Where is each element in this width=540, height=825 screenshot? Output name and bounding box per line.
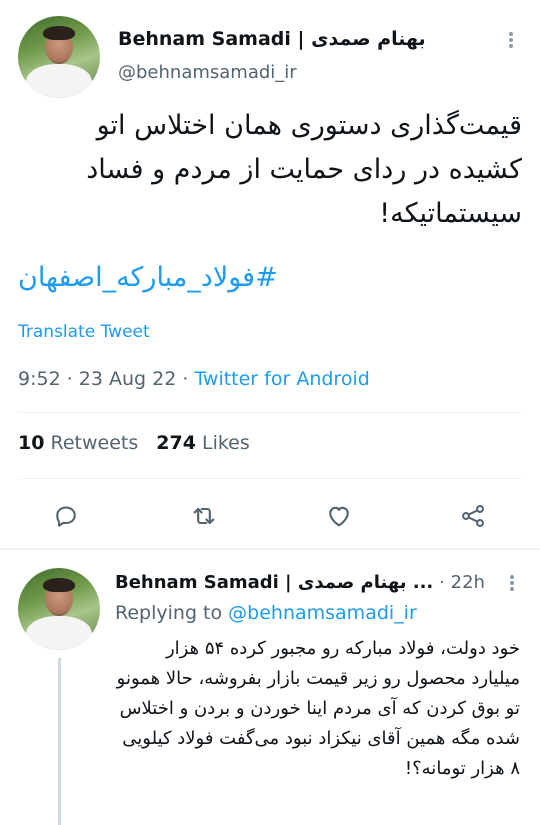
likes-count: 274	[156, 432, 196, 454]
reply-tweet[interactable]: Behnam Samadi | بهنام صمدی ... · 22h Rep…	[0, 550, 540, 825]
avatar[interactable]	[18, 16, 100, 98]
tweet-stats: 10 Retweets 274 Likes	[18, 432, 250, 454]
replying-to: Replying to @behnamsamadi_ir	[115, 602, 417, 624]
replying-prefix: Replying to	[115, 602, 229, 624]
reply-separator-dot: ·	[439, 572, 445, 593]
tweet-hashtag[interactable]: #فولاد_مبارکه_اصفهان	[18, 262, 522, 293]
comment-icon[interactable]	[48, 498, 84, 534]
reply-author-name[interactable]: Behnam Samadi | بهنام صمدی ...	[115, 572, 433, 593]
avatar-shirt	[26, 616, 92, 650]
reply-timestamp[interactable]: 22h	[451, 572, 485, 593]
translate-tweet-link[interactable]: Translate Tweet	[18, 322, 150, 342]
retweet-icon[interactable]	[186, 498, 222, 534]
tweet-source[interactable]: Twitter for Android	[194, 368, 369, 390]
avatar-hair	[43, 26, 75, 40]
likes-stat[interactable]: 274 Likes	[156, 432, 250, 454]
author-display-name[interactable]: Behnam Samadi | بهنام صمدی	[118, 28, 426, 50]
likes-label: Likes	[201, 432, 250, 454]
tweet-timestamp[interactable]: 9:52 · 23 Aug 22 ·	[18, 368, 194, 390]
retweets-count: 10	[18, 432, 45, 454]
more-vertical-icon[interactable]	[505, 28, 517, 52]
main-tweet: Behnam Samadi | بهنام صمدی @behnamsamadi…	[0, 0, 540, 548]
tweet-text: قیمت‌گذاری دستوری همان اختلاس اتو کشیده …	[86, 110, 522, 229]
divider	[18, 478, 522, 479]
divider	[18, 412, 522, 413]
retweets-label: Retweets	[50, 432, 139, 454]
share-icon[interactable]	[455, 498, 491, 534]
avatar-hair	[43, 578, 75, 592]
replying-handle[interactable]: @behnamsamadi_ir	[228, 602, 417, 624]
tweet-meta: 9:52 · 23 Aug 22 · Twitter for Android	[18, 368, 370, 390]
avatar[interactable]	[18, 568, 100, 650]
thread-line	[58, 658, 61, 825]
reply-text: خود دولت، فولاد مبارکه رو مجبور کرده ۵۴ …	[116, 638, 520, 779]
author-handle[interactable]: @behnamsamadi_ir	[118, 62, 297, 83]
heart-icon[interactable]	[321, 498, 357, 534]
avatar-shirt	[26, 64, 92, 98]
reply-header: Behnam Samadi | بهنام صمدی ... · 22h	[115, 572, 505, 593]
tweet-actions	[0, 498, 540, 534]
author-name-row[interactable]: Behnam Samadi | بهنام صمدی	[118, 28, 426, 50]
retweets-stat[interactable]: 10 Retweets	[18, 432, 138, 454]
more-vertical-icon[interactable]	[506, 572, 518, 594]
